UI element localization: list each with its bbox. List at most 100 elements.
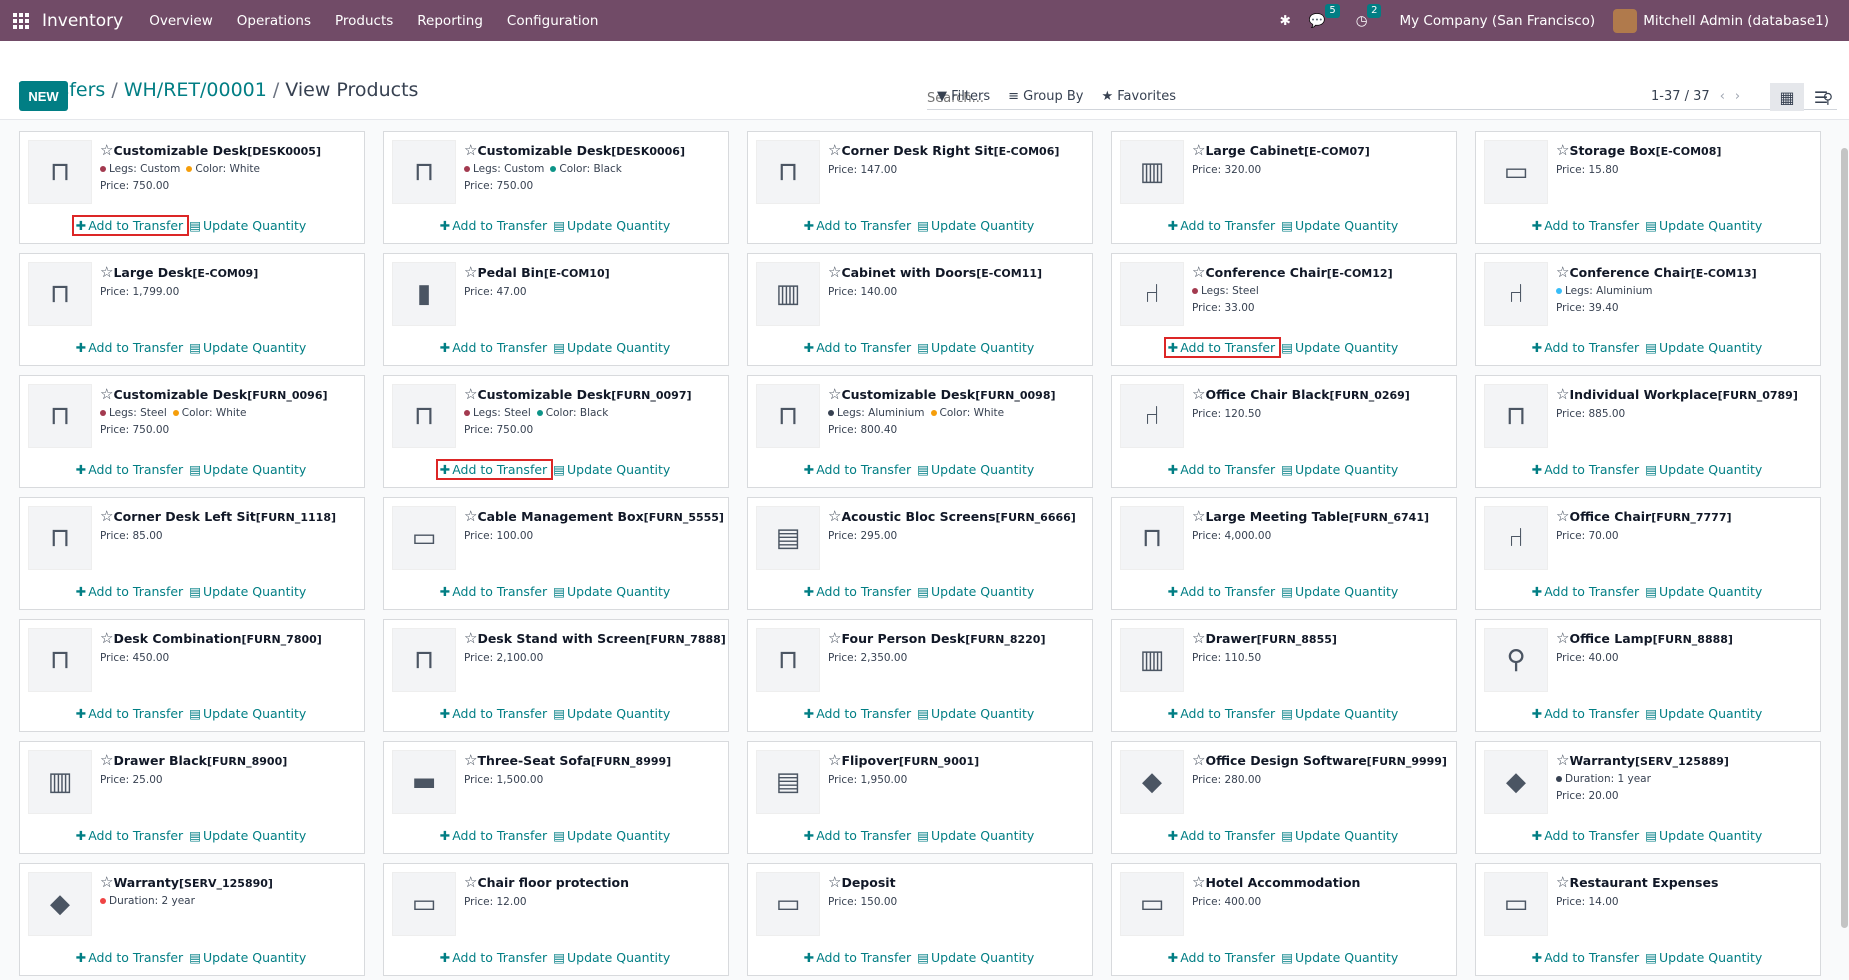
product-card[interactable]: ⑁ ☆Office Chair Black[FURN_0269] Price: … bbox=[1111, 375, 1457, 488]
product-card[interactable]: ⊓ ☆Large Meeting Table[FURN_6741] Price:… bbox=[1111, 497, 1457, 610]
product-card[interactable]: ⊓ ☆Customizable Desk[FURN_0096] Legs: St… bbox=[19, 375, 365, 488]
favorite-star-icon[interactable]: ☆ bbox=[464, 385, 477, 403]
add-to-transfer-button[interactable]: ✚ Add to Transfer bbox=[1166, 949, 1279, 966]
list-view-icon[interactable]: ☰ bbox=[1804, 83, 1838, 111]
favorite-star-icon[interactable]: ☆ bbox=[100, 873, 113, 891]
menu-products[interactable]: Products bbox=[323, 13, 405, 29]
product-card[interactable]: ▮ ☆Pedal Bin[E-COM10] Price: 47.00 ✚ Add … bbox=[383, 253, 729, 366]
update-quantity-button[interactable]: ▤ Update Quantity bbox=[551, 339, 674, 356]
favorite-star-icon[interactable]: ☆ bbox=[828, 751, 841, 769]
product-card[interactable]: ◆ ☆Warranty[SERV_125889] Duration: 1 yea… bbox=[1475, 741, 1821, 854]
add-to-transfer-button[interactable]: ✚ Add to Transfer bbox=[1166, 705, 1279, 722]
favorite-star-icon[interactable]: ☆ bbox=[1192, 263, 1205, 281]
update-quantity-button[interactable]: ▤ Update Quantity bbox=[915, 705, 1038, 722]
add-to-transfer-button[interactable]: ✚ Add to Transfer bbox=[1163, 337, 1282, 358]
add-to-transfer-button[interactable]: ✚ Add to Transfer bbox=[438, 949, 551, 966]
update-quantity-button[interactable]: ▤ Update Quantity bbox=[1279, 583, 1402, 600]
add-to-transfer-button[interactable]: ✚ Add to Transfer bbox=[74, 339, 187, 356]
add-to-transfer-button[interactable]: ✚ Add to Transfer bbox=[1530, 949, 1643, 966]
product-card[interactable]: ▭ ☆Chair floor protection Price: 12.00 ✚… bbox=[383, 863, 729, 976]
product-card[interactable]: ▭ ☆Cable Management Box[FURN_5555] Price… bbox=[383, 497, 729, 610]
messages-icon[interactable]: 💬 5 bbox=[1309, 3, 1340, 29]
product-card[interactable]: ⑁ ☆Office Chair[FURN_7777] Price: 70.00 … bbox=[1475, 497, 1821, 610]
add-to-transfer-button[interactable]: ✚ Add to Transfer bbox=[71, 215, 190, 236]
update-quantity-button[interactable]: ▤ Update Quantity bbox=[187, 705, 310, 722]
product-card[interactable]: ⊓ ☆Corner Desk Right Sit[E-COM06] Price:… bbox=[747, 131, 1093, 244]
add-to-transfer-button[interactable]: ✚ Add to Transfer bbox=[438, 827, 551, 844]
favorite-star-icon[interactable]: ☆ bbox=[464, 751, 477, 769]
add-to-transfer-button[interactable]: ✚ Add to Transfer bbox=[1530, 705, 1643, 722]
update-quantity-button[interactable]: ▤ Update Quantity bbox=[551, 827, 674, 844]
update-quantity-button[interactable]: ▤ Update Quantity bbox=[187, 827, 310, 844]
scrollbar-thumb[interactable] bbox=[1841, 148, 1848, 928]
product-card[interactable]: ⊓ ☆Corner Desk Left Sit[FURN_1118] Price… bbox=[19, 497, 365, 610]
add-to-transfer-button[interactable]: ✚ Add to Transfer bbox=[802, 705, 915, 722]
product-card[interactable]: ⊓ ☆Desk Combination[FURN_7800] Price: 45… bbox=[19, 619, 365, 732]
new-button[interactable]: NEW bbox=[19, 81, 68, 111]
favorite-star-icon[interactable]: ☆ bbox=[828, 385, 841, 403]
product-card[interactable]: ▥ ☆Drawer Black[FURN_8900] Price: 25.00 … bbox=[19, 741, 365, 854]
update-quantity-button[interactable]: ▤ Update Quantity bbox=[187, 339, 310, 356]
product-card[interactable]: ◆ ☆Warranty[SERV_125890] Duration: 2 yea… bbox=[19, 863, 365, 976]
favorite-star-icon[interactable]: ☆ bbox=[100, 507, 113, 525]
favorite-star-icon[interactable]: ☆ bbox=[828, 263, 841, 281]
update-quantity-button[interactable]: ▤ Update Quantity bbox=[551, 949, 674, 966]
pager-value[interactable]: 1-37 / 37 bbox=[1651, 89, 1710, 104]
update-quantity-button[interactable]: ▤ Update Quantity bbox=[1279, 949, 1402, 966]
favorite-star-icon[interactable]: ☆ bbox=[828, 141, 841, 159]
product-card[interactable]: ▭ ☆Hotel Accommodation Price: 400.00 ✚ Ad… bbox=[1111, 863, 1457, 976]
product-card[interactable]: ▤ ☆Acoustic Bloc Screens[FURN_6666] Pric… bbox=[747, 497, 1093, 610]
favorite-star-icon[interactable]: ☆ bbox=[1192, 873, 1205, 891]
product-card[interactable]: ⊓ ☆Customizable Desk[DESK0005] Legs: Cus… bbox=[19, 131, 365, 244]
add-to-transfer-button[interactable]: ✚ Add to Transfer bbox=[1166, 827, 1279, 844]
favorite-star-icon[interactable]: ☆ bbox=[1556, 263, 1569, 281]
add-to-transfer-button[interactable]: ✚ Add to Transfer bbox=[1530, 827, 1643, 844]
add-to-transfer-button[interactable]: ✚ Add to Transfer bbox=[802, 583, 915, 600]
update-quantity-button[interactable]: ▤ Update Quantity bbox=[187, 583, 310, 600]
favorite-star-icon[interactable]: ☆ bbox=[1192, 751, 1205, 769]
product-card[interactable]: ⊓ ☆Customizable Desk[FURN_0097] Legs: St… bbox=[383, 375, 729, 488]
add-to-transfer-button[interactable]: ✚ Add to Transfer bbox=[438, 705, 551, 722]
update-quantity-button[interactable]: ▤ Update Quantity bbox=[1279, 827, 1402, 844]
add-to-transfer-button[interactable]: ✚ Add to Transfer bbox=[1530, 461, 1643, 478]
user-menu[interactable]: Mitchell Admin (database1) bbox=[1613, 8, 1829, 33]
update-quantity-button[interactable]: ▤ Update Quantity bbox=[1643, 461, 1766, 478]
product-card[interactable]: ⑁ ☆Conference Chair[E-COM12] Legs: Steel… bbox=[1111, 253, 1457, 366]
pager-previous-icon[interactable]: ‹ bbox=[1720, 89, 1725, 104]
update-quantity-button[interactable]: ▤ Update Quantity bbox=[915, 217, 1038, 234]
update-quantity-button[interactable]: ▤ Update Quantity bbox=[915, 949, 1038, 966]
add-to-transfer-button[interactable]: ✚ Add to Transfer bbox=[435, 459, 554, 480]
product-card[interactable]: ▥ ☆Drawer[FURN_8855] Price: 110.50 ✚ Add … bbox=[1111, 619, 1457, 732]
menu-overview[interactable]: Overview bbox=[137, 13, 225, 29]
update-quantity-button[interactable]: ▤ Update Quantity bbox=[1279, 461, 1402, 478]
favorite-star-icon[interactable]: ☆ bbox=[100, 385, 113, 403]
add-to-transfer-button[interactable]: ✚ Add to Transfer bbox=[74, 461, 187, 478]
product-card[interactable]: ▭ ☆Restaurant Expenses Price: 14.00 ✚ Add… bbox=[1475, 863, 1821, 976]
add-to-transfer-button[interactable]: ✚ Add to Transfer bbox=[1166, 583, 1279, 600]
product-card[interactable]: ⊓ ☆Individual Workplace[FURN_0789] Price… bbox=[1475, 375, 1821, 488]
scrollbar[interactable] bbox=[1841, 120, 1849, 980]
update-quantity-button[interactable]: ▤ Update Quantity bbox=[551, 217, 674, 234]
favorite-star-icon[interactable]: ☆ bbox=[1556, 141, 1569, 159]
update-quantity-button[interactable]: ▤ Update Quantity bbox=[1643, 583, 1766, 600]
update-quantity-button[interactable]: ▤ Update Quantity bbox=[1279, 217, 1402, 234]
update-quantity-button[interactable]: ▤ Update Quantity bbox=[551, 583, 674, 600]
product-card[interactable]: ⑁ ☆Conference Chair[E-COM13] Legs: Alumi… bbox=[1475, 253, 1821, 366]
update-quantity-button[interactable]: ▤ Update Quantity bbox=[915, 339, 1038, 356]
update-quantity-button[interactable]: ▤ Update Quantity bbox=[915, 827, 1038, 844]
update-quantity-button[interactable]: ▤ Update Quantity bbox=[1643, 217, 1766, 234]
update-quantity-button[interactable]: ▤ Update Quantity bbox=[1643, 339, 1766, 356]
add-to-transfer-button[interactable]: ✚ Add to Transfer bbox=[438, 583, 551, 600]
update-quantity-button[interactable]: ▤ Update Quantity bbox=[1643, 949, 1766, 966]
add-to-transfer-button[interactable]: ✚ Add to Transfer bbox=[74, 583, 187, 600]
favorite-star-icon[interactable]: ☆ bbox=[1556, 507, 1569, 525]
update-quantity-button[interactable]: ▤ Update Quantity bbox=[1279, 705, 1402, 722]
company-switcher[interactable]: My Company (San Francisco) bbox=[1399, 13, 1595, 29]
favorite-star-icon[interactable]: ☆ bbox=[464, 141, 477, 159]
add-to-transfer-button[interactable]: ✚ Add to Transfer bbox=[438, 217, 551, 234]
update-quantity-button[interactable]: ▤ Update Quantity bbox=[915, 461, 1038, 478]
product-card[interactable]: ▥ ☆Cabinet with Doors[E-COM11] Price: 14… bbox=[747, 253, 1093, 366]
update-quantity-button[interactable]: ▤ Update Quantity bbox=[187, 217, 310, 234]
favorite-star-icon[interactable]: ☆ bbox=[828, 629, 841, 647]
add-to-transfer-button[interactable]: ✚ Add to Transfer bbox=[74, 827, 187, 844]
